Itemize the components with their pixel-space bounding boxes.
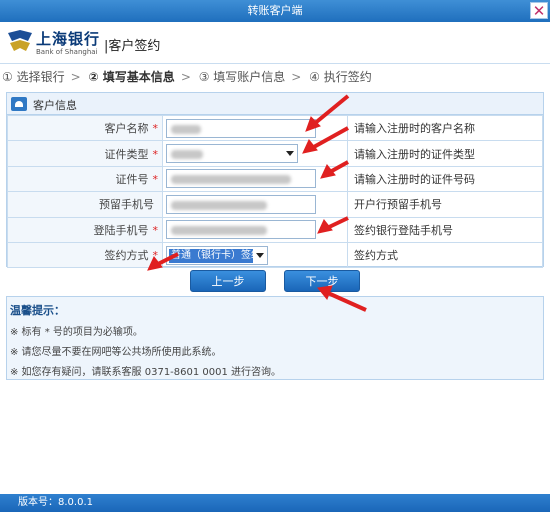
version-label: 版本号：8.0.0.1 xyxy=(18,497,93,508)
reserved-phone-input[interactable] xyxy=(166,194,316,214)
panel-title: 客户信息 xyxy=(33,99,77,112)
step-indicator: ① 选择银行 > ② 填写基本信息 > ③ 填写账户信息 > ④ 执行签约 xyxy=(2,70,372,84)
sign-method-hint: 签约方式 xyxy=(347,241,543,269)
chevron-down-icon xyxy=(286,151,294,157)
version-footer: 版本号：8.0.0.1 xyxy=(0,494,550,512)
prev-button[interactable]: 上一步 xyxy=(190,270,266,292)
form-row: 登陆手机号 * 签约银行登陆手机号 xyxy=(7,216,543,243)
login-phone-input[interactable] xyxy=(166,220,316,240)
customer-name-label: 客户名称 xyxy=(104,122,149,136)
chevron-down-icon xyxy=(256,252,264,258)
step-4: ④ 执行签约 xyxy=(309,70,372,84)
id-type-label: 证件类型 xyxy=(104,147,149,161)
sign-method-label: 签约方式 xyxy=(104,249,149,263)
form-row: 预留手机号 开户行预留手机号 xyxy=(7,191,543,218)
step-2: ② 填写基本信息 xyxy=(88,70,175,84)
form-row: 客户名称 * 请输入注册时的客户名称 xyxy=(7,114,543,142)
close-button[interactable]: ✕ xyxy=(530,2,548,19)
id-number-label: 证件号 xyxy=(115,172,149,186)
reserved-phone-label: 预留手机号 xyxy=(99,198,154,212)
panel-header: 客户信息 xyxy=(7,93,543,115)
sign-method-value: 普通（银行卡）签约 xyxy=(169,248,253,263)
next-button[interactable]: 下一步 xyxy=(284,270,360,292)
customer-form: 客户名称 * 请输入注册时的客户名称 证件类型 * 请输入注册时的证件类型 证件号 *… xyxy=(7,114,543,269)
bank-name: 上海银行 xyxy=(36,30,101,48)
login-phone-hint: 签约银行登陆手机号 xyxy=(347,216,543,243)
form-row: 签约方式 * 普通（银行卡）签约 签约方式 xyxy=(7,241,543,269)
required-mark: * xyxy=(152,122,159,136)
customer-name-hint: 请输入注册时的客户名称 xyxy=(347,114,543,142)
window-titlebar: 转账客户端 ✕ xyxy=(0,0,550,22)
id-number-hint: 请输入注册时的证件号码 xyxy=(347,165,543,193)
user-icon xyxy=(11,97,27,111)
window-title: 转账客户端 xyxy=(247,4,303,17)
required-mark: * xyxy=(152,223,159,237)
id-type-select[interactable] xyxy=(166,144,298,164)
required-mark: * xyxy=(152,249,159,263)
id-number-input[interactable] xyxy=(166,169,316,189)
login-phone-label: 登陆手机号 xyxy=(93,223,149,237)
form-row: 证件号 * 请输入注册时的证件号码 xyxy=(7,165,543,193)
tip-item: ※ 如您存有疑问，请联系客服 0371-8601 0001 进行咨询。 xyxy=(10,367,282,378)
id-type-hint: 请输入注册时的证件类型 xyxy=(347,140,543,167)
sign-method-select[interactable]: 普通（银行卡）签约 xyxy=(166,245,268,265)
customer-info-panel: 客户信息 客户名称 * 请输入注册时的客户名称 证件类型 * 请输入注册时的证件类型… xyxy=(6,92,544,269)
tips-box: 温馨提示： ※ 标有 * 号的项目为必输项。 ※ 请您尽量不要在网吧等公共场所使… xyxy=(6,296,544,380)
tip-item: ※ 标有 * 号的项目为必输项。 xyxy=(10,327,143,338)
page-title: |客户签约 xyxy=(104,39,161,54)
page-header: 上海银行 Bank of Shanghai |客户签约 xyxy=(0,22,550,64)
customer-name-input[interactable] xyxy=(166,118,316,138)
bank-logo-icon xyxy=(8,30,32,51)
required-mark: * xyxy=(152,172,159,186)
form-row: 证件类型 * 请输入注册时的证件类型 xyxy=(7,140,543,167)
tips-title: 温馨提示： xyxy=(10,304,65,317)
reserved-phone-hint: 开户行预留手机号 xyxy=(347,191,543,218)
required-mark: * xyxy=(152,147,159,161)
step-1: ① 选择银行 xyxy=(2,70,65,84)
tip-item: ※ 请您尽量不要在网吧等公共场所使用此系统。 xyxy=(10,347,222,358)
bank-name-en: Bank of Shanghai xyxy=(36,48,98,56)
step-3: ③ 填写账户信息 xyxy=(198,70,286,84)
